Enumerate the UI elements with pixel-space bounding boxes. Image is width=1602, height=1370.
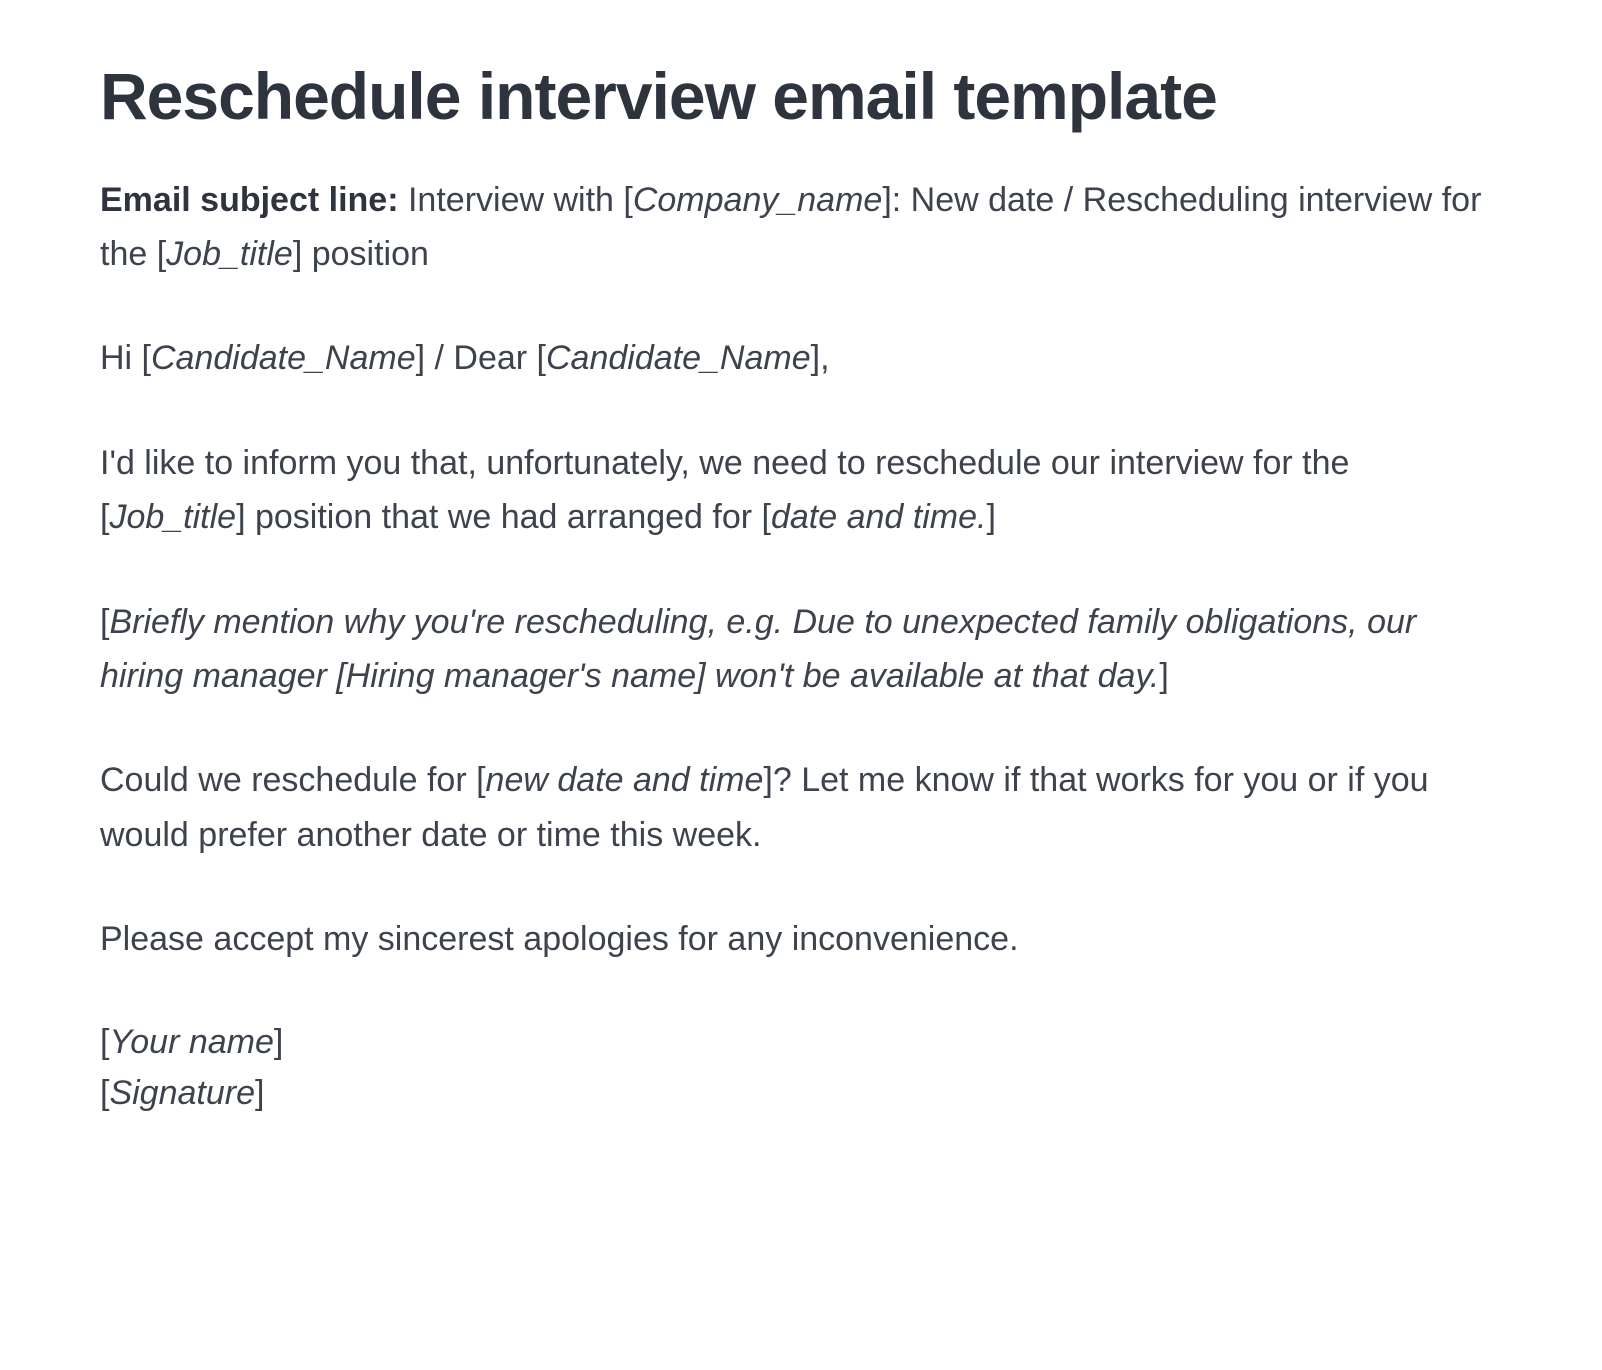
placeholder-job-title: Job_title [166, 235, 293, 273]
placeholder-new-date-time: new date and time [486, 761, 764, 799]
subject-label: Email subject line: [100, 181, 399, 219]
body-paragraph-4: Please accept my sincerest apologies for… [100, 912, 1502, 966]
placeholder-candidate-name: Candidate_Name [546, 339, 811, 377]
body-text: ] position that we had arranged for [ [236, 498, 771, 536]
signature-line: [Signature] [100, 1068, 1502, 1119]
body-text: ] [986, 498, 995, 536]
subject-text-3: ] position [293, 235, 429, 273]
placeholder-company-name: Company_name [633, 181, 882, 219]
placeholder-job-title: Job_title [109, 498, 236, 536]
body-paragraph-3: Could we reschedule for [new date and ti… [100, 753, 1502, 862]
subject-text-1: Interview with [ [399, 181, 633, 219]
placeholder-date-time: date and time. [771, 498, 986, 536]
body-text: ] [255, 1074, 264, 1112]
placeholder-signature: Signature [109, 1074, 255, 1112]
subject-line: Email subject line: Interview with [Comp… [100, 173, 1502, 282]
placeholder-reason: Briefly mention why you're rescheduling,… [100, 603, 1416, 695]
greeting-text-1: Hi [ [100, 339, 151, 377]
signature-name-line: [Your name] [100, 1017, 1502, 1068]
body-paragraph-1: I'd like to inform you that, unfortunate… [100, 436, 1502, 545]
greeting-text-3: ], [811, 339, 830, 377]
body-text: Could we reschedule for [ [100, 761, 486, 799]
placeholder-candidate-name: Candidate_Name [151, 339, 416, 377]
body-text: ] [274, 1023, 283, 1061]
placeholder-your-name: Your name [109, 1023, 273, 1061]
page-title: Reschedule interview email template [100, 60, 1502, 133]
greeting-text-2: ] / Dear [ [416, 339, 546, 377]
greeting-line: Hi [Candidate_Name] / Dear [Candidate_Na… [100, 331, 1502, 385]
body-text: ] [1159, 657, 1168, 695]
body-paragraph-2: [Briefly mention why you're rescheduling… [100, 595, 1502, 704]
